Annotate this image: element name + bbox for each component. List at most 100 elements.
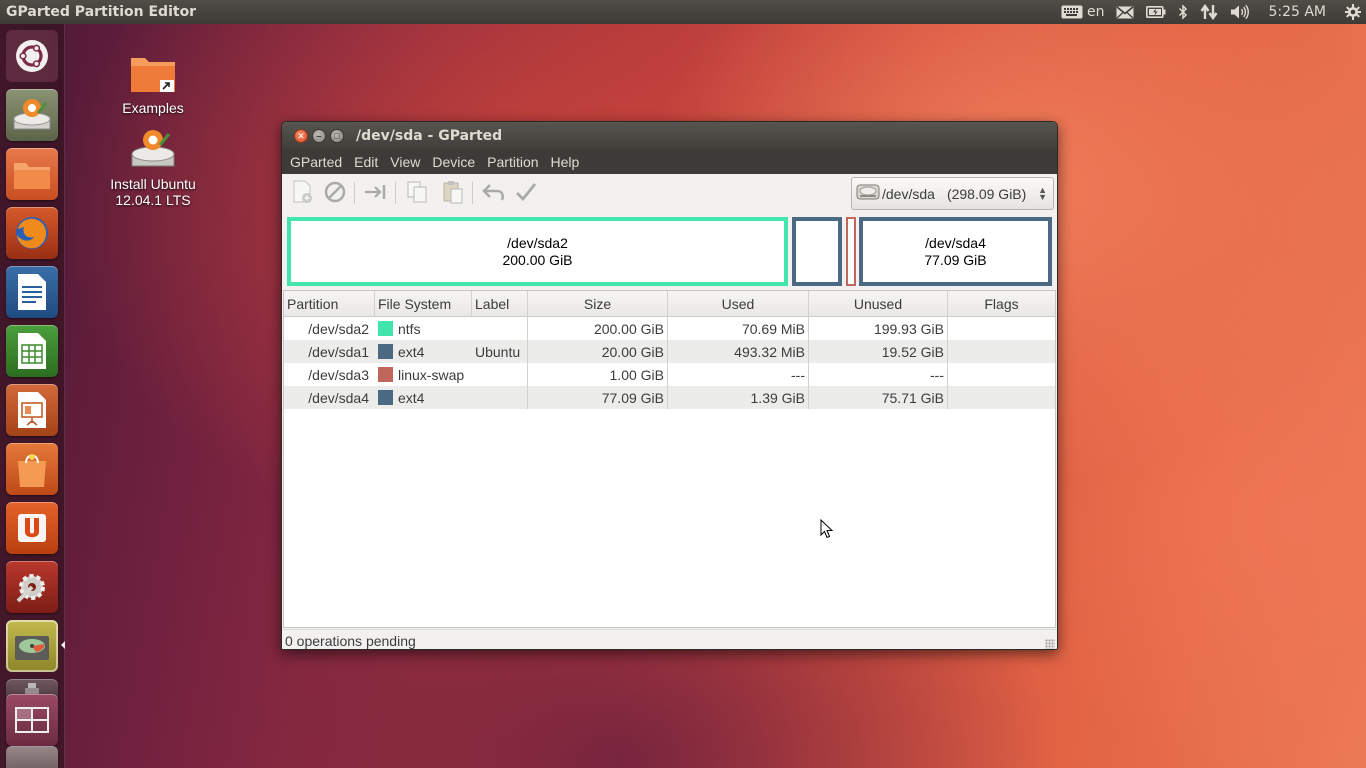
launcher-ubuntu-one[interactable]	[6, 502, 58, 554]
column-header-unused[interactable]: Unused	[809, 291, 948, 316]
toolbar-separator	[395, 182, 396, 204]
partition-map: /dev/sda2 200.00 GiB /dev/sda4 77.09 GiB	[282, 212, 1057, 290]
menu-gparted[interactable]: GParted	[284, 154, 348, 170]
toolbar: /dev/sda (298.09 GiB) ▲ ▼	[282, 174, 1057, 212]
resize-grip-icon[interactable]	[1045, 639, 1055, 649]
network-indicator[interactable]	[1194, 0, 1224, 24]
hard-disk-icon	[856, 181, 880, 206]
maximize-button[interactable]: □	[330, 129, 344, 143]
cell-used: 1.39 GiB	[668, 386, 809, 409]
desktop-icon-install-ubuntu[interactable]: Install Ubuntu 12.04.1 LTS	[98, 126, 208, 208]
device-selector[interactable]: /dev/sda (298.09 GiB) ▲ ▼	[851, 177, 1054, 210]
cell-partition: /dev/sda4	[308, 389, 369, 406]
column-header-flags[interactable]: Flags	[948, 291, 1055, 316]
column-header-size[interactable]: Size	[528, 291, 668, 316]
desktop-icon-label: Install Ubuntu 12.04.1 LTS	[110, 176, 196, 208]
cell-label	[472, 363, 528, 386]
apply-button[interactable]	[511, 178, 541, 208]
cell-flags	[948, 386, 1055, 409]
menu-edit[interactable]: Edit	[348, 154, 384, 170]
cell-partition: /dev/sda2	[308, 320, 369, 337]
clock[interactable]: 5:25 AM	[1256, 0, 1338, 24]
menu-device[interactable]: Device	[426, 154, 481, 170]
table-row[interactable]: /dev/sda4 ext4 77.09 GiB 1.39 GiB 75.71 …	[284, 386, 1055, 409]
minimize-icon: –	[316, 130, 322, 141]
launcher-system-settings[interactable]	[6, 561, 58, 613]
column-header-file-system[interactable]: File System	[375, 291, 472, 316]
status-bar: 0 operations pending	[282, 629, 1057, 649]
launcher-software-center[interactable]	[6, 443, 58, 495]
dash-home-button[interactable]	[6, 30, 58, 82]
launcher-gparted[interactable]	[6, 620, 58, 672]
cell-size: 1.00 GiB	[528, 363, 668, 386]
maximize-icon: □	[334, 130, 340, 141]
column-header-label[interactable]: Label	[472, 291, 528, 316]
launcher-files[interactable]	[6, 148, 58, 200]
session-indicator[interactable]	[1338, 0, 1366, 24]
launcher-workspace-switcher[interactable]	[6, 694, 58, 746]
launcher-impress[interactable]	[6, 384, 58, 436]
partition-block-sda4[interactable]: /dev/sda4 77.09 GiB	[859, 217, 1052, 286]
partition-block-size: 200.00 GiB	[502, 251, 573, 268]
new-partition-button[interactable]	[288, 178, 318, 208]
cell-file-system: ext4	[398, 389, 425, 406]
device-size: (298.09 GiB)	[946, 185, 1027, 202]
desktop-icon-examples[interactable]: Examples	[98, 50, 208, 116]
table-row[interactable]: /dev/sda3 linux-swap 1.00 GiB --- ---	[284, 363, 1055, 386]
bluetooth-indicator[interactable]	[1172, 0, 1194, 24]
filesystem-color-swatch	[378, 367, 393, 382]
checkmark-icon	[515, 181, 537, 206]
table-row[interactable]: /dev/sda1 ext4 Ubuntu 20.00 GiB 493.32 M…	[284, 340, 1055, 363]
battery-indicator[interactable]	[1140, 0, 1172, 24]
minimize-button[interactable]: –	[312, 129, 326, 143]
delete-partition-button[interactable]	[320, 178, 350, 208]
settings-gear-wrench-icon	[12, 567, 52, 607]
messaging-indicator[interactable]	[1110, 0, 1140, 24]
column-header-used[interactable]: Used	[668, 291, 809, 316]
partition-block-sda3[interactable]	[846, 217, 856, 286]
keyboard-icon	[1061, 5, 1083, 19]
cell-used: ---	[668, 363, 809, 386]
desktop-icon-label: Examples	[122, 100, 184, 116]
cell-used: 493.32 MiB	[668, 340, 809, 363]
menu-view[interactable]: View	[384, 154, 426, 170]
cell-flags	[948, 363, 1055, 386]
cell-label	[472, 317, 528, 340]
close-button[interactable]: ✕	[294, 129, 308, 143]
folder-link-icon	[129, 50, 177, 98]
menu-partition[interactable]: Partition	[481, 154, 544, 170]
cell-file-system: ext4	[398, 343, 425, 360]
paste-button[interactable]	[438, 178, 468, 208]
network-icon	[1200, 4, 1218, 20]
keyboard-indicator[interactable]: en	[1055, 0, 1111, 24]
table-row[interactable]: /dev/sda2 ntfs 200.00 GiB 70.69 MiB 199.…	[284, 317, 1055, 340]
launcher-trash[interactable]	[6, 746, 58, 768]
launcher-install-ubuntu[interactable]	[6, 89, 58, 141]
partition-block-size: 77.09 GiB	[924, 251, 987, 268]
resize-move-button[interactable]	[361, 178, 391, 208]
cell-unused: 75.71 GiB	[809, 386, 948, 409]
copy-button[interactable]	[402, 178, 432, 208]
close-icon: ✕	[297, 130, 305, 141]
launcher-calc[interactable]	[6, 325, 58, 377]
firefox-icon	[12, 213, 52, 253]
battery-icon	[1146, 6, 1166, 18]
new-document-icon	[292, 180, 314, 207]
installer-icon	[129, 126, 177, 174]
undo-icon	[482, 182, 506, 205]
column-header-partition[interactable]: Partition	[284, 291, 375, 316]
cell-flags	[948, 317, 1055, 340]
partition-block-sda2[interactable]: /dev/sda2 200.00 GiB	[287, 217, 788, 286]
menu-help[interactable]: Help	[545, 154, 586, 170]
launcher-writer[interactable]	[6, 266, 58, 318]
launcher-firefox[interactable]	[6, 207, 58, 259]
power-icon	[1344, 3, 1362, 21]
cell-partition: /dev/sda1	[308, 343, 369, 360]
sound-indicator[interactable]	[1224, 0, 1256, 24]
folder-icon	[12, 157, 52, 191]
partition-block-sda1[interactable]	[792, 217, 842, 286]
undo-button[interactable]	[479, 178, 509, 208]
window-titlebar[interactable]: ✕ – □ /dev/sda - GParted	[282, 122, 1057, 150]
cell-unused: ---	[809, 363, 948, 386]
workspace-switcher-icon	[14, 706, 50, 734]
